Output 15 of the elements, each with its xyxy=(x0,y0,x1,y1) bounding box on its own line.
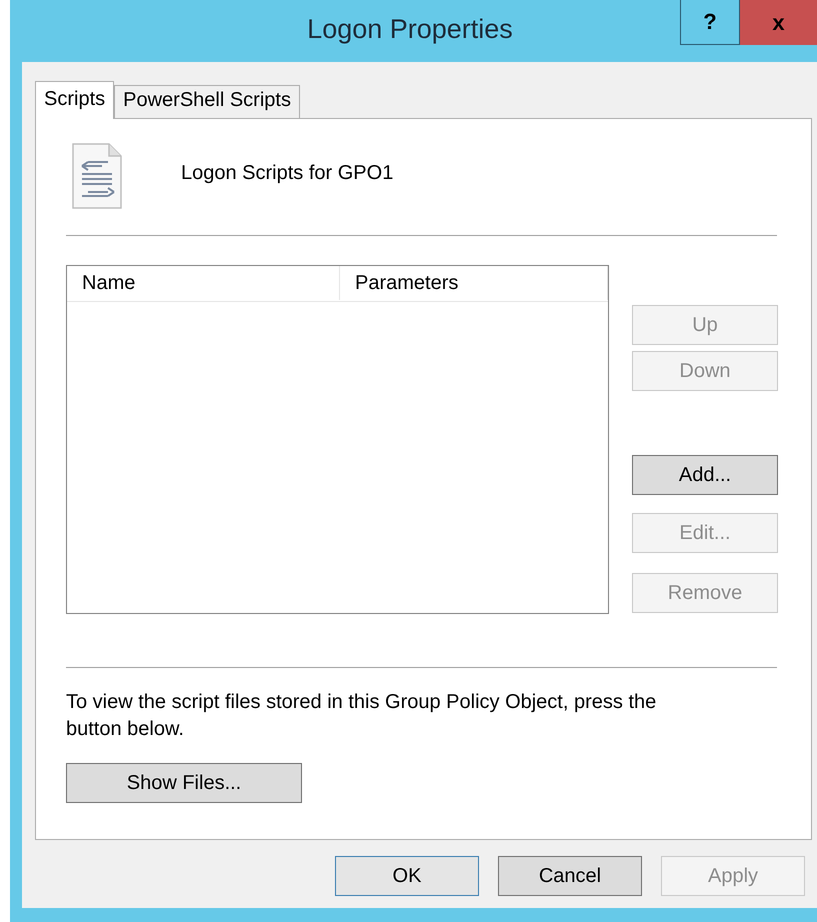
panel-heading: Logon Scripts for GPO1 xyxy=(181,162,394,184)
scripts-list[interactable]: Name Parameters xyxy=(66,265,609,614)
dialog-button[interactable]: Cancel xyxy=(498,856,642,896)
column-header[interactable]: Parameters xyxy=(340,266,608,300)
instruction-text: To view the script files stored in this Group Policy Object, press the button below. xyxy=(66,690,658,742)
window-title: Logon Properties xyxy=(306,14,514,45)
close-button[interactable]: x xyxy=(740,0,817,45)
help-button[interactable]: ? xyxy=(680,0,740,45)
script-file-icon xyxy=(70,142,124,210)
tab[interactable]: Scripts xyxy=(35,81,114,119)
tab[interactable]: PowerShell Scripts xyxy=(114,85,300,118)
show-files-button[interactable]: Show Files... xyxy=(66,763,302,803)
dialog-button[interactable]: OK xyxy=(335,856,479,896)
column-header[interactable]: Name xyxy=(67,266,340,300)
side-button[interactable]: Add... xyxy=(632,455,778,495)
